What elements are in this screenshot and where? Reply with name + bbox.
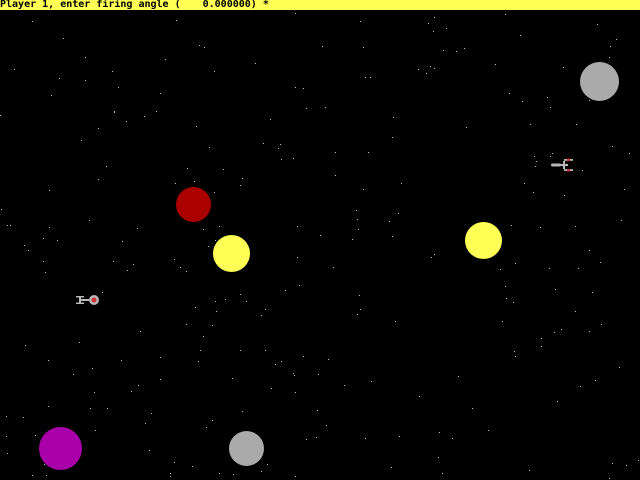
player-1-ship [76, 295, 99, 305]
firing-angle-prompt[interactable]: Player 1, enter firing angle (0.000000) … [0, 0, 640, 10]
prompt-label: Player 1, enter firing angle ( [0, 0, 181, 10]
firing-angle-input[interactable]: 0.000000) [203, 0, 257, 10]
player-2-ship [551, 158, 573, 172]
starship-icon [76, 295, 99, 305]
starship-icon [551, 158, 573, 172]
input-cursor: * [262, 0, 269, 10]
ship-layer [0, 0, 640, 480]
game-screen[interactable]: Player 1, enter firing angle (0.000000) … [0, 0, 640, 480]
